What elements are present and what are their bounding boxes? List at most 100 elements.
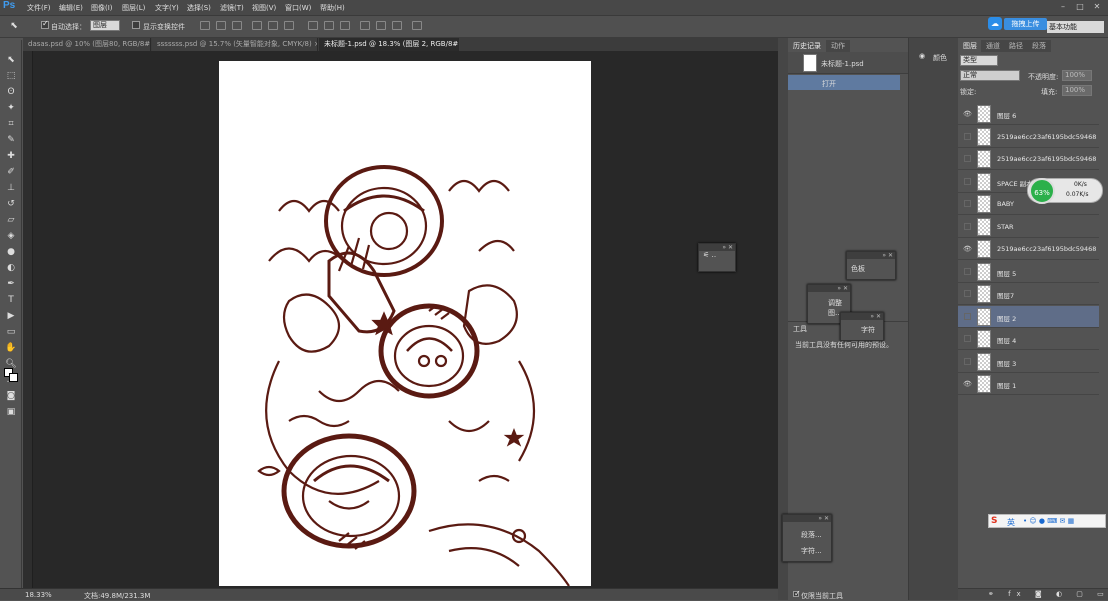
workspace-dropdown[interactable]: 基本功能 (1047, 21, 1104, 33)
layer-row[interactable]: 👁︎ 图层 1 (958, 373, 1099, 395)
layer-name[interactable]: 图层 5 (997, 268, 1097, 278)
tab-actions[interactable]: 动作 (826, 40, 850, 52)
floating-panel-character[interactable]: » ✕ 字符 (840, 312, 884, 341)
ime-toolbar[interactable]: S 英 • ☺ ● ⌨ ✉ ▦ (988, 514, 1106, 528)
menu-select[interactable]: 选择(S) (187, 3, 211, 13)
layer-row[interactable]: 👁︎ 2519ae6cc23af6195bdc59468... (958, 238, 1099, 260)
menu-layer[interactable]: 图层(L) (122, 3, 145, 13)
align-bottom-icon[interactable] (232, 21, 242, 30)
hand-icon[interactable]: ✋ (5, 342, 17, 354)
layer-name[interactable]: 图层7 (997, 290, 1097, 300)
floating-panel-paragraph[interactable]: » ✕ 段落... 字符... (782, 514, 832, 562)
visibility-toggle[interactable] (964, 312, 971, 320)
tab-paths[interactable]: 路径 (1004, 40, 1028, 52)
floating-panel-brush[interactable]: » ✕ ⚟ ‥ (698, 243, 736, 272)
floating-panel-header[interactable]: » ✕ (847, 252, 895, 259)
layer-row[interactable]: 图层 2 (958, 305, 1099, 328)
magic-wand-icon[interactable]: ✦ (5, 102, 17, 114)
floating-panel-header[interactable]: » ✕ (841, 313, 883, 320)
layer-row[interactable]: 图层 5 (958, 260, 1099, 283)
type-icon[interactable]: T (5, 294, 17, 306)
layer-actions-icons[interactable]: ⚭ fx ◙ ◐ ▢ ▭ 🗑 (988, 590, 1108, 598)
visibility-toggle[interactable] (964, 155, 971, 162)
layer-row[interactable]: 2519ae6cc23af6195bdc59468... (958, 148, 1099, 170)
opacity-input[interactable]: 100% (1062, 70, 1092, 81)
visibility-toggle[interactable] (964, 132, 971, 140)
background-color-swatch[interactable] (9, 373, 18, 382)
visibility-toggle[interactable] (964, 290, 971, 297)
character-styles-item[interactable]: 字符... (783, 540, 831, 556)
shape-icon[interactable]: ▭ (5, 326, 17, 338)
current-tool-only-checkbox[interactable] (793, 589, 801, 598)
layer-row[interactable]: 图层7 (958, 283, 1099, 305)
fill-input[interactable]: 100% (1062, 85, 1092, 96)
align-right-icon[interactable] (284, 21, 294, 30)
layer-name[interactable]: 图层 4 (997, 335, 1097, 345)
eraser-icon[interactable]: ▱ (5, 214, 17, 226)
floating-panel-header[interactable]: » ✕ (699, 244, 735, 251)
palette-icon[interactable]: ◉ (919, 52, 925, 60)
eye-icon[interactable]: 👁︎ (963, 245, 972, 253)
blur-icon[interactable]: ● (5, 246, 17, 258)
quick-mask-icon[interactable]: ◙ (5, 390, 17, 402)
swatches-item[interactable]: 色板 (847, 259, 895, 274)
visibility-toggle[interactable] (964, 177, 971, 185)
menu-type[interactable]: 文字(Y) (155, 3, 179, 13)
visibility-toggle[interactable] (964, 357, 971, 365)
tab-layers[interactable]: 图层 (958, 40, 982, 52)
auto-select-checkbox[interactable] (41, 19, 49, 29)
adjustments-item[interactable]: 调整 (808, 292, 850, 308)
layer-row[interactable]: 图层 4 (958, 328, 1099, 350)
brush-icon[interactable]: ✐ (5, 166, 17, 178)
move-icon[interactable]: ⬉ (5, 54, 17, 66)
auto-align-icon[interactable] (412, 21, 422, 30)
menu-view[interactable]: 视图(V) (252, 3, 276, 13)
menu-image[interactable]: 图像(I) (91, 3, 113, 13)
distribute-right-icon[interactable] (392, 21, 402, 30)
paragraph-item[interactable]: 段落... (783, 522, 831, 540)
auto-select-dropdown[interactable]: 图层 (90, 20, 120, 31)
layer-row[interactable]: 👁︎ 图层 6 (958, 103, 1099, 125)
menu-help[interactable]: 帮助(H) (320, 3, 345, 13)
menu-file[interactable]: 文件(F) (27, 3, 51, 13)
distribute-vcenter-icon[interactable] (324, 21, 334, 30)
history-step-open[interactable]: 打开 (788, 75, 900, 90)
align-top-icon[interactable] (200, 21, 210, 30)
layer-row[interactable]: 2519ae6cc23af6195bdc59468... (958, 125, 1099, 148)
eye-icon[interactable]: 👁︎ (963, 110, 972, 118)
pen-icon[interactable]: ✒ (5, 278, 17, 290)
healing-brush-icon[interactable]: ✚ (5, 150, 17, 162)
character-item[interactable]: 字符 (841, 320, 883, 335)
align-hcenter-icon[interactable] (268, 21, 278, 30)
floating-panel-swatches[interactable]: » ✕ 色板 (846, 251, 896, 280)
distribute-top-icon[interactable] (308, 21, 318, 30)
minimize-icon[interactable]: – (1057, 2, 1069, 12)
distribute-left-icon[interactable] (360, 21, 370, 30)
tab-history[interactable]: 历史记录 (788, 40, 826, 52)
layer-name[interactable]: 2519ae6cc23af6195bdc59468... (997, 155, 1097, 163)
visibility-toggle[interactable] (964, 267, 971, 275)
layer-name[interactable]: 图层 6 (997, 110, 1097, 120)
menu-filter[interactable]: 滤镜(T) (220, 3, 244, 13)
maximize-icon[interactable]: □ (1074, 2, 1086, 12)
layer-row[interactable]: 图层 3 (958, 350, 1099, 373)
layer-row[interactable]: STAR (958, 215, 1099, 238)
tab-paragraph[interactable]: 段落 (1027, 40, 1051, 52)
upload-button[interactable]: 拖拽上传 (1004, 18, 1047, 30)
document-canvas[interactable] (219, 61, 591, 586)
distribute-bottom-icon[interactable] (340, 21, 350, 30)
layer-name[interactable]: 2519ae6cc23af6195bdc59468... (997, 133, 1097, 141)
layer-name[interactable]: 图层 1 (997, 380, 1097, 390)
cloud-icon[interactable]: ☁ (988, 17, 1002, 30)
menu-window[interactable]: 窗口(W) (285, 3, 311, 13)
menu-edit[interactable]: 编辑(E) (59, 3, 83, 13)
paint-bucket-icon[interactable]: ◈ (5, 230, 17, 242)
visibility-toggle[interactable] (964, 200, 971, 207)
layer-name[interactable]: 图层 2 (997, 313, 1097, 323)
distribute-hcenter-icon[interactable] (376, 21, 386, 30)
history-snapshot[interactable]: 未标题-1.psd (788, 52, 908, 74)
marquee-icon[interactable]: ⬚ (5, 70, 17, 82)
floating-panel-header[interactable]: » ✕ (783, 515, 831, 522)
floating-panel-header[interactable]: » ✕ (808, 285, 850, 292)
transform-controls-checkbox[interactable] (132, 21, 140, 29)
